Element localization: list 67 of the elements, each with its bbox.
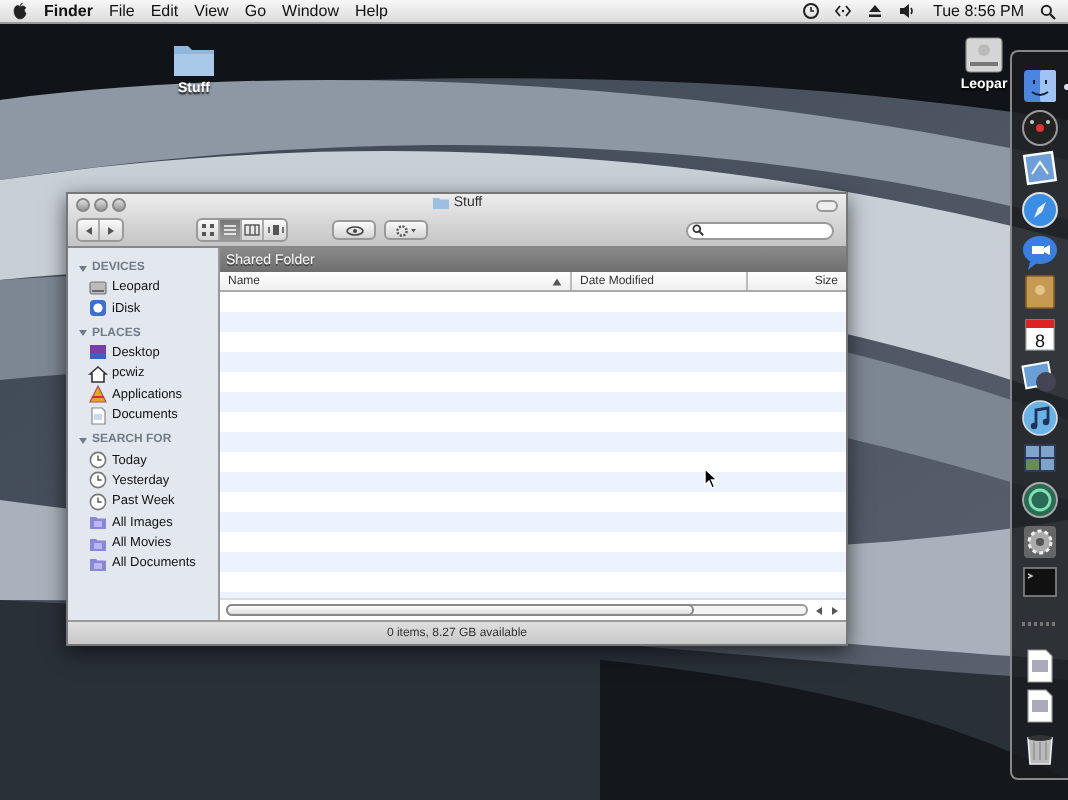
list-view-icon <box>222 222 238 238</box>
menu-item[interactable]: Help <box>354 2 388 20</box>
disk-icon <box>88 298 108 319</box>
clock-icon <box>88 450 108 471</box>
disclosure-triangle-icon[interactable] <box>78 435 88 446</box>
drive-icon[interactable] <box>960 32 1008 76</box>
search-icon[interactable] <box>1040 3 1056 19</box>
cover-flow-icon <box>267 222 283 238</box>
search-icon <box>692 224 704 236</box>
document-icon <box>88 405 108 426</box>
view-mode-button[interactable] <box>242 220 264 240</box>
photo-icon[interactable] <box>1020 355 1060 396</box>
horizontal-scrollbar[interactable] <box>226 604 808 616</box>
menu-item[interactable]: Window <box>282 2 339 20</box>
menu-item[interactable]: File <box>108 2 135 20</box>
apple-menu-icon[interactable] <box>12 2 28 20</box>
clock-ring-icon[interactable] <box>1020 479 1060 520</box>
smart-folder-icon <box>88 512 108 533</box>
view-mode-button[interactable] <box>220 220 242 240</box>
menu-item[interactable]: Edit <box>150 2 179 20</box>
smart-folder-icon <box>88 554 108 574</box>
time-machine-icon[interactable] <box>802 2 821 20</box>
clock-icon <box>88 491 108 512</box>
mouse-cursor-icon <box>704 468 718 490</box>
terminal-icon[interactable] <box>1020 562 1060 603</box>
volume-icon[interactable] <box>898 2 917 20</box>
eye-icon <box>345 225 363 235</box>
gear-icon[interactable] <box>1020 521 1060 562</box>
search-field[interactable] <box>686 221 834 239</box>
disclosure-triangle-icon[interactable] <box>78 263 88 273</box>
disclosure-triangle-icon[interactable] <box>78 328 88 339</box>
icon-view-icon <box>200 222 216 238</box>
close-button[interactable] <box>76 198 90 212</box>
menubar-clock[interactable]: Tue 8:56 PM <box>932 2 1024 20</box>
desktop-icon <box>88 342 108 363</box>
gauge-icon[interactable] <box>1020 107 1060 148</box>
column-view-icon <box>244 222 260 238</box>
zoom-button[interactable] <box>112 198 126 212</box>
scroll-left-icon[interactable] <box>814 605 824 615</box>
toolbar-toggle-button[interactable] <box>816 199 838 211</box>
arrows-icon[interactable] <box>834 2 853 20</box>
folder-icon <box>431 196 450 210</box>
action-button[interactable] <box>384 220 428 240</box>
dock-separator <box>1022 621 1058 626</box>
calendar-day: 8 <box>1035 331 1045 352</box>
scroll-right-icon[interactable] <box>830 605 840 615</box>
calendar-icon[interactable]: 8 <box>1020 314 1060 355</box>
menu-item[interactable]: Go <box>244 2 267 20</box>
eject-icon[interactable] <box>866 2 885 20</box>
drive-icon <box>88 277 108 298</box>
gear-icon <box>394 223 418 237</box>
view-mode-button[interactable] <box>264 220 286 240</box>
left-arrow-icon <box>83 225 93 235</box>
clock-icon <box>88 470 108 491</box>
applications-icon <box>88 384 108 405</box>
compass-icon[interactable] <box>1020 190 1060 231</box>
chat-bubble-icon[interactable] <box>1020 231 1060 272</box>
address-book-icon[interactable] <box>1020 272 1060 313</box>
app-menu[interactable]: Finder <box>44 2 93 20</box>
minimize-button[interactable] <box>94 198 108 212</box>
stamp-icon[interactable] <box>1020 148 1060 189</box>
menu-item[interactable]: View <box>194 2 229 20</box>
music-disc-icon[interactable] <box>1020 397 1060 437</box>
right-arrow-icon <box>106 225 116 235</box>
house-icon <box>88 363 108 384</box>
quick-look-button[interactable] <box>332 220 376 240</box>
finder-face-icon[interactable] <box>1020 66 1060 106</box>
